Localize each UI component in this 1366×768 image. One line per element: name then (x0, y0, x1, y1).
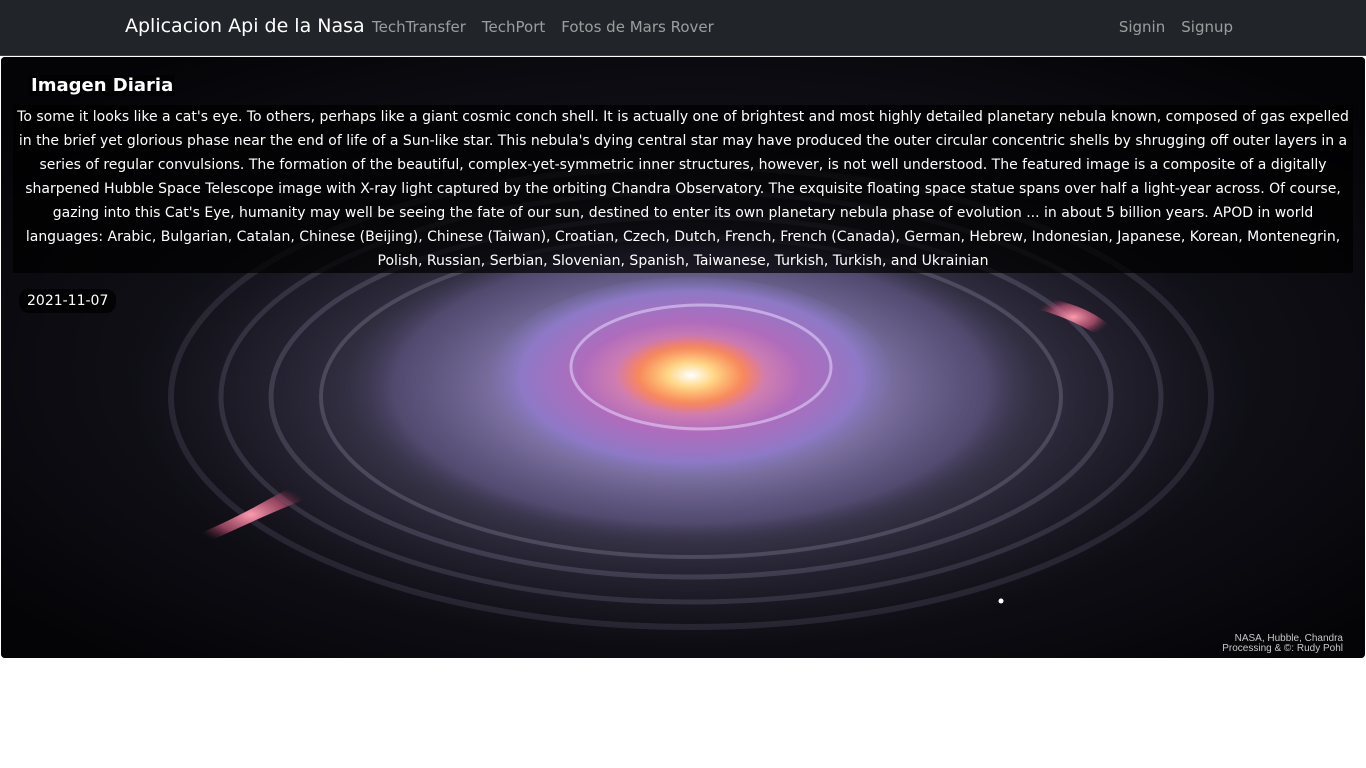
nav-left-group: TechTransfer TechPort Fotos de Mars Rove… (372, 18, 714, 36)
nav-right-group: Signin Signup (1119, 18, 1233, 36)
nav-link-signup[interactable]: Signup (1181, 18, 1233, 36)
nav-link-signin[interactable]: Signin (1119, 18, 1165, 36)
apod-card: NASA, Hubble, Chandra Processing & ©: Ru… (1, 57, 1365, 658)
nav-link-techport[interactable]: TechPort (482, 18, 545, 36)
apod-explanation: To some it looks like a cat's eye. To ot… (13, 105, 1353, 273)
top-navbar: Aplicacion Api de la Nasa TechTransfer T… (0, 0, 1366, 56)
apod-title: Imagen Diaria (29, 75, 176, 96)
apod-date: 2021-11-07 (19, 289, 117, 313)
nav-link-mars-rover-photos[interactable]: Fotos de Mars Rover (561, 18, 714, 36)
image-credit-line2: Processing & ©: Rudy Pohl (1222, 643, 1343, 654)
nav-link-techtransfer[interactable]: TechTransfer (372, 18, 466, 36)
brand-link[interactable]: Aplicacion Api de la Nasa (125, 15, 365, 37)
